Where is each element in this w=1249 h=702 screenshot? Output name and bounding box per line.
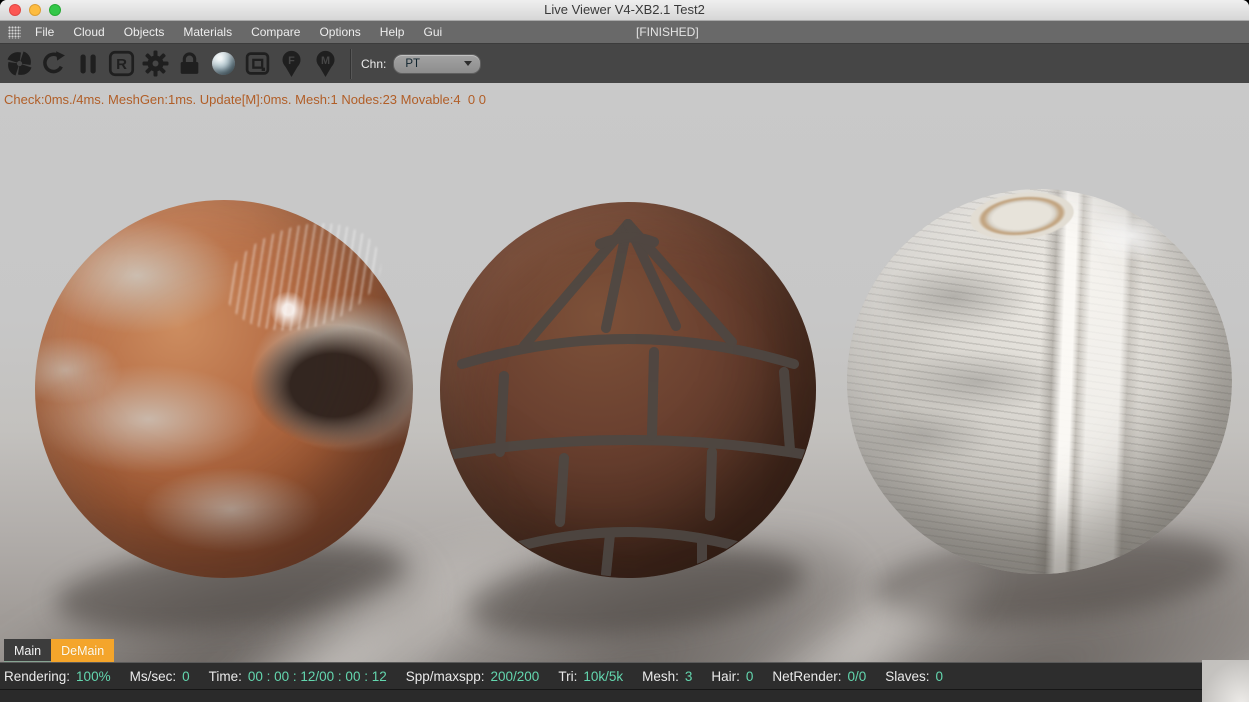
menu-compare[interactable]: Compare <box>251 25 300 39</box>
toolbar: R F M Chn: PT <box>0 44 1249 83</box>
render-status-bar: Rendering: 100% Ms/sec: 0 Time: 00 : 00 … <box>0 662 1202 689</box>
material-ball-icon[interactable] <box>210 48 237 80</box>
sphere-white-wood <box>847 189 1232 574</box>
tab-demain[interactable]: DeMain <box>51 639 115 663</box>
toolbar-separator <box>350 48 351 79</box>
status-bars: Rendering: 100% Ms/sec: 0 Time: 00 : 00 … <box>0 662 1202 702</box>
render-region-icon[interactable] <box>244 48 271 80</box>
sphere-weathered-orange <box>35 200 413 578</box>
grid-handle-icon[interactable] <box>8 25 21 39</box>
render-viewport[interactable]: Check:0ms./4ms. MeshGen:1ms. Update[M]:0… <box>0 83 1249 702</box>
svg-text:R: R <box>116 56 127 73</box>
title-bar[interactable]: Live Viewer V4-XB2.1 Test2 <box>0 0 1249 21</box>
bottom-strip <box>0 689 1202 702</box>
status-mesh: Mesh: 3 <box>642 668 693 684</box>
status-ms-per-sec: Ms/sec: 0 <box>129 668 190 684</box>
menu-bar: File Cloud Objects Materials Compare Opt… <box>0 21 1249 44</box>
menu-options[interactable]: Options <box>319 25 360 39</box>
render-status-text: [FINISHED] <box>636 25 699 39</box>
status-hair: Hair: 0 <box>711 668 754 684</box>
restart-render-icon[interactable] <box>40 48 67 80</box>
menu-cloud[interactable]: Cloud <box>73 25 104 39</box>
status-spp: Spp/maxspp: 200/200 <box>405 668 540 684</box>
sphere-brick <box>440 202 816 578</box>
channel-label: Chn: <box>361 56 387 71</box>
pause-render-icon[interactable] <box>74 48 101 80</box>
focus-picker-icon[interactable]: F <box>278 48 305 80</box>
svg-text:F: F <box>288 54 295 66</box>
channel-select[interactable]: PT <box>393 53 482 74</box>
live-viewer-window: Live Viewer V4-XB2.1 Test2 File Cloud Ob… <box>0 0 1249 702</box>
viewer-tab-bar: Main DeMain <box>4 639 115 663</box>
settings-gear-icon[interactable] <box>142 48 169 80</box>
menu-file[interactable]: File <box>35 25 54 39</box>
tab-main[interactable]: Main <box>4 639 52 663</box>
chevron-down-icon <box>464 61 473 66</box>
menu-materials[interactable]: Materials <box>183 25 232 39</box>
status-netrender: NetRender: 0/0 <box>772 668 867 684</box>
octane-pinwheel-icon[interactable] <box>6 48 33 80</box>
svg-text:M: M <box>321 54 330 66</box>
mesh-stats-text: Check:0ms./4ms. MeshGen:1ms. Update[M]:0… <box>4 92 486 107</box>
material-picker-icon[interactable]: M <box>312 48 339 80</box>
status-slaves: Slaves: 0 <box>885 668 944 684</box>
window-title: Live Viewer V4-XB2.1 Test2 <box>544 2 705 17</box>
floor-corner-highlight <box>1202 660 1249 702</box>
channel-selected-value: PT <box>405 57 421 70</box>
status-tri: Tri: 10k/5k <box>558 668 624 684</box>
status-rendering: Rendering: 100% <box>4 668 111 684</box>
reset-render-icon[interactable]: R <box>108 48 135 80</box>
lock-resolution-icon[interactable] <box>176 48 203 80</box>
status-time: Time: 00 : 00 : 12/00 : 00 : 12 <box>208 668 387 684</box>
menu-help[interactable]: Help <box>380 25 405 39</box>
menu-objects[interactable]: Objects <box>124 25 165 39</box>
menu-gui[interactable]: Gui <box>423 25 442 39</box>
